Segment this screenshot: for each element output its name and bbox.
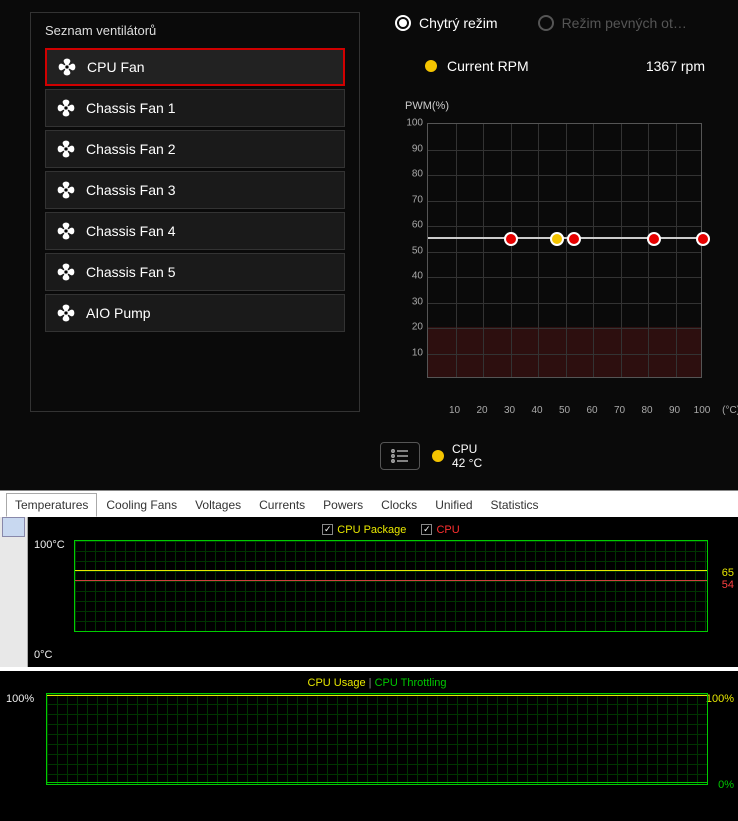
y-tick: 20 (395, 322, 423, 333)
y-tick: 40 (395, 271, 423, 282)
fan-item[interactable]: Chassis Fan 1 (45, 89, 345, 127)
y-tick: 30 (395, 296, 423, 307)
cpu-temp-strip: CPU 42 °C (380, 442, 482, 470)
fan-icon (56, 303, 76, 323)
fan-list-panel: Seznam ventilátorů CPU FanChassis Fan 1C… (30, 12, 360, 412)
curve-point[interactable] (504, 232, 518, 246)
usage-ymax: 100% (6, 693, 34, 705)
toggle-cpu[interactable]: ✓ CPU (421, 524, 459, 536)
fan-item[interactable]: AIO Pump (45, 294, 345, 332)
cpu-temp-value: 42 °C (452, 456, 482, 470)
fan-item[interactable]: Chassis Fan 4 (45, 212, 345, 250)
fixed-mode-radio[interactable]: Režim pevných ot… (538, 15, 687, 31)
curve-point[interactable] (696, 232, 710, 246)
fan-icon (57, 57, 77, 77)
x-tick: 100 (694, 405, 711, 416)
y-tick: 10 (395, 347, 423, 358)
monitor-tab[interactable]: Statistics (482, 493, 548, 517)
fan-item-label: AIO Pump (86, 305, 151, 321)
y-tick: 60 (395, 220, 423, 231)
fan-item-label: Chassis Fan 3 (86, 182, 175, 198)
x-tick: 60 (586, 405, 597, 416)
y-tick: 50 (395, 245, 423, 256)
y-tick: 90 (395, 143, 423, 154)
curve-point[interactable] (567, 232, 581, 246)
x-tick: 80 (641, 405, 652, 416)
temp-val2: 54 (722, 579, 734, 591)
fan-icon (56, 262, 76, 282)
temperature-graph: ✓ CPU Package ✓ CPU 100°C 0°C 65 54 (28, 517, 738, 667)
fan-icon (56, 98, 76, 118)
smart-mode-label: Chytrý režim (419, 15, 498, 31)
monitor-tab[interactable]: Currents (250, 493, 314, 517)
toggle-cpu-package[interactable]: ✓ CPU Package (322, 524, 406, 536)
fan-item-label: CPU Fan (87, 59, 145, 75)
x-tick: 90 (669, 405, 680, 416)
smart-mode-radio[interactable]: Chytrý režim (395, 15, 498, 31)
fan-item-label: Chassis Fan 5 (86, 264, 175, 280)
rpm-dot-icon (425, 60, 437, 72)
x-tick: 70 (614, 405, 625, 416)
warm-zone (428, 327, 701, 377)
legend-cpu: CPU (436, 524, 459, 536)
checkbox-icon: ✓ (322, 524, 333, 535)
fan-item-label: Chassis Fan 2 (86, 141, 175, 157)
fan-item[interactable]: Chassis Fan 5 (45, 253, 345, 291)
current-rpm-label: Current RPM (447, 58, 529, 74)
separator: | (369, 677, 372, 689)
fixed-mode-label: Režim pevných ot… (562, 15, 687, 31)
usage-plot[interactable] (46, 693, 708, 785)
usage-title: CPU Usage (308, 677, 366, 689)
monitor-tab[interactable]: Unified (426, 493, 481, 517)
usage-graph: CPU Usage | CPU Throttling 100% 100% 0% (0, 671, 738, 821)
sensor-list-button[interactable] (380, 442, 420, 470)
y-tick: 80 (395, 169, 423, 180)
x-tick: 50 (559, 405, 570, 416)
radio-icon (395, 15, 411, 31)
monitor-tab[interactable]: Cooling Fans (97, 493, 186, 517)
fan-curve-chart: PWM(%) (°C) 1009080706050403020101020304… (395, 100, 715, 398)
mode-selector: Chytrý režim Režim pevných ot… (395, 15, 687, 31)
x-tick: 40 (531, 405, 542, 416)
fan-icon (56, 180, 76, 200)
usage-rmin: 0% (718, 779, 734, 791)
legend-cpu-package: CPU Package (337, 524, 406, 536)
y-tick: 70 (395, 194, 423, 205)
curve-point[interactable] (550, 232, 564, 246)
fan-item[interactable]: Chassis Fan 3 (45, 171, 345, 209)
fan-list: CPU Fan Chassis Fan 1 Chassis Fan 2 Chassis… (45, 48, 345, 332)
monitor-tab[interactable]: Temperatures (6, 493, 97, 517)
usage-rmax: 100% (706, 693, 734, 705)
scrollbar[interactable] (0, 517, 28, 667)
current-rpm-row: Current RPM 1367 rpm (425, 58, 705, 74)
monitor-tab[interactable]: Voltages (186, 493, 250, 517)
monitor-tabs: TemperaturesCooling FansVoltagesCurrents… (0, 491, 738, 517)
fan-item-label: Chassis Fan 1 (86, 100, 175, 116)
x-axis-unit: (°C) (722, 405, 738, 416)
fan-icon (56, 139, 76, 159)
y-axis-label: PWM(%) (405, 100, 715, 112)
curve-point[interactable] (647, 232, 661, 246)
fan-item-label: Chassis Fan 4 (86, 223, 175, 239)
fan-item[interactable]: Chassis Fan 2 (45, 130, 345, 168)
y-tick: 100 (395, 118, 423, 129)
cpu-dot-icon (432, 450, 444, 462)
temp-val1: 65 (722, 567, 734, 579)
checkbox-icon: ✓ (421, 524, 432, 535)
monitor-tab[interactable]: Powers (314, 493, 372, 517)
monitor-tab[interactable]: Clocks (372, 493, 426, 517)
x-tick: 10 (449, 405, 460, 416)
current-rpm-value: 1367 rpm (646, 58, 705, 74)
fan-list-title: Seznam ventilátorů (45, 23, 345, 38)
cpu-label: CPU (452, 442, 482, 456)
temp-plot[interactable] (74, 540, 708, 632)
fan-item[interactable]: CPU Fan (45, 48, 345, 86)
temp-ymax: 100°C (34, 539, 65, 551)
temp-ymin: 0°C (34, 649, 52, 661)
x-tick: 20 (476, 405, 487, 416)
x-tick: 30 (504, 405, 515, 416)
fan-icon (56, 221, 76, 241)
throttle-title: CPU Throttling (375, 677, 447, 689)
radio-icon (538, 15, 554, 31)
